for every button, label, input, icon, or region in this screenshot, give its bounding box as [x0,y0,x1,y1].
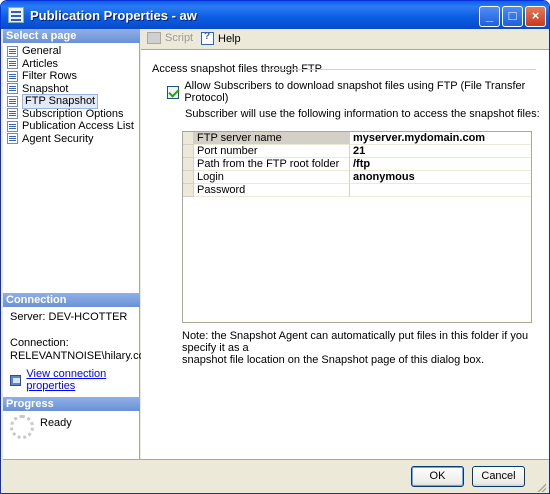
progress-status: Ready [40,417,72,429]
allow-ftp-checkbox-row[interactable]: Allow Subscribers to download snapshot f… [167,80,549,104]
cancel-button[interactable]: Cancel [472,466,525,487]
toolbar: Script ▼ Help [141,29,549,49]
view-connection-properties-link[interactable]: View connection properties [10,368,139,392]
grid-row-ftp-path[interactable]: Path from the FTP root folder /ftp [183,158,531,171]
ok-button[interactable]: OK [411,466,464,487]
page-icon [7,83,18,95]
connection-header: Connection [3,293,140,307]
left-panel: Select a page General Articles Filter Ro… [3,29,161,459]
sidebar-item-publication-access-list[interactable]: Publication Access List [7,120,134,133]
connection-properties-icon [10,374,22,386]
window-title: Publication Properties - aw [30,8,197,23]
property-name: FTP server name [194,132,350,145]
sidebar-item-filter-rows[interactable]: Filter Rows [7,70,134,83]
help-label: Help [218,32,241,45]
maximize-button[interactable]: □ [502,6,523,27]
page-icon [7,58,18,70]
progress-spinner-icon [10,415,34,439]
property-value[interactable]: anonymous [350,171,531,184]
note-line-2: snapshot file location on the Snapshot p… [182,354,485,366]
sidebar-item-agent-security[interactable]: Agent Security [7,133,134,146]
page-icon [7,108,18,120]
page-icon [7,120,18,132]
view-connection-properties-label[interactable]: View connection properties [26,368,139,392]
page-icon [7,95,18,107]
progress-area: Ready [10,415,72,439]
title-bar[interactable]: Publication Properties - aw _ □ × [1,1,549,29]
page-icon [7,70,18,82]
property-value[interactable]: myserver.mydomain.com [350,132,531,145]
snapshot-note: Note: the Snapshot Agent can automatical… [182,330,532,366]
bottom-divider [3,459,549,460]
progress-header: Progress [3,397,140,411]
page-icon [7,45,18,57]
sidebar-item-subscription-options[interactable]: Subscription Options [7,108,134,121]
grid-row-port-number[interactable]: Port number 21 [183,145,531,158]
close-button[interactable]: × [525,6,546,27]
sidebar-item-general[interactable]: General [7,45,134,58]
sidebar-item-articles[interactable]: Articles [7,58,134,71]
allow-ftp-checkbox[interactable] [167,85,180,99]
minimize-button[interactable]: _ [479,6,500,27]
publication-properties-window: Publication Properties - aw _ □ × Select… [0,0,550,494]
sidebar-item-ftp-snapshot[interactable]: FTP Snapshot [7,94,134,109]
property-value[interactable]: /ftp [350,158,531,171]
property-value[interactable] [350,184,531,197]
allow-ftp-label[interactable]: Allow Subscribers to download snapshot f… [184,80,549,104]
sidebar-item-label: Publication Access List [22,120,134,132]
grid-row-password[interactable]: Password [183,184,531,197]
window-icon [8,7,24,23]
help-icon [201,31,214,45]
script-icon [147,32,161,44]
grid-row-login[interactable]: Login anonymous [183,171,531,184]
resize-grip-icon[interactable] [536,482,546,492]
sidebar-item-label: Articles [22,57,59,70]
property-name: Login [194,171,350,184]
sidebar-item-label: Subscription Options [22,107,124,120]
script-label: Script [165,32,194,44]
property-name: Password [194,184,350,197]
grid-row-ftp-server-name[interactable]: FTP server name myserver.mydomain.com [183,132,531,145]
info-text: Subscriber will use the following inform… [185,108,540,120]
sidebar-item-label: Agent Security [22,132,94,145]
group-divider [268,69,536,70]
property-name: Port number [194,145,350,158]
sidebar-item-label: General [22,45,62,57]
ftp-property-grid: FTP server name myserver.mydomain.com Po… [182,131,532,323]
connection-value: RELEVANTNOISE\hilary.cotter [10,350,161,362]
help-button[interactable]: Help [201,31,241,45]
connection-info: Server: DEV-HCOTTER Connection: RELEVANT… [10,311,161,363]
sidebar-item-label: Filter Rows [22,70,78,82]
connection-label: Connection: [10,337,69,349]
property-value[interactable]: 21 [350,145,531,158]
server-name: Server: DEV-HCOTTER [10,311,128,323]
property-name: Path from the FTP root folder [194,158,350,171]
page-list: General Articles Filter Rows Snapshot FT… [7,45,134,145]
select-page-header: Select a page [3,29,140,43]
ftp-snapshot-page: Access snapshot files through FTP Allow … [141,49,549,459]
script-button[interactable]: Script ▼ [147,32,207,44]
note-line-1: Note: the Snapshot Agent can automatical… [182,330,529,354]
page-icon [7,133,18,145]
sidebar-item-label: FTP Snapshot [22,94,99,109]
